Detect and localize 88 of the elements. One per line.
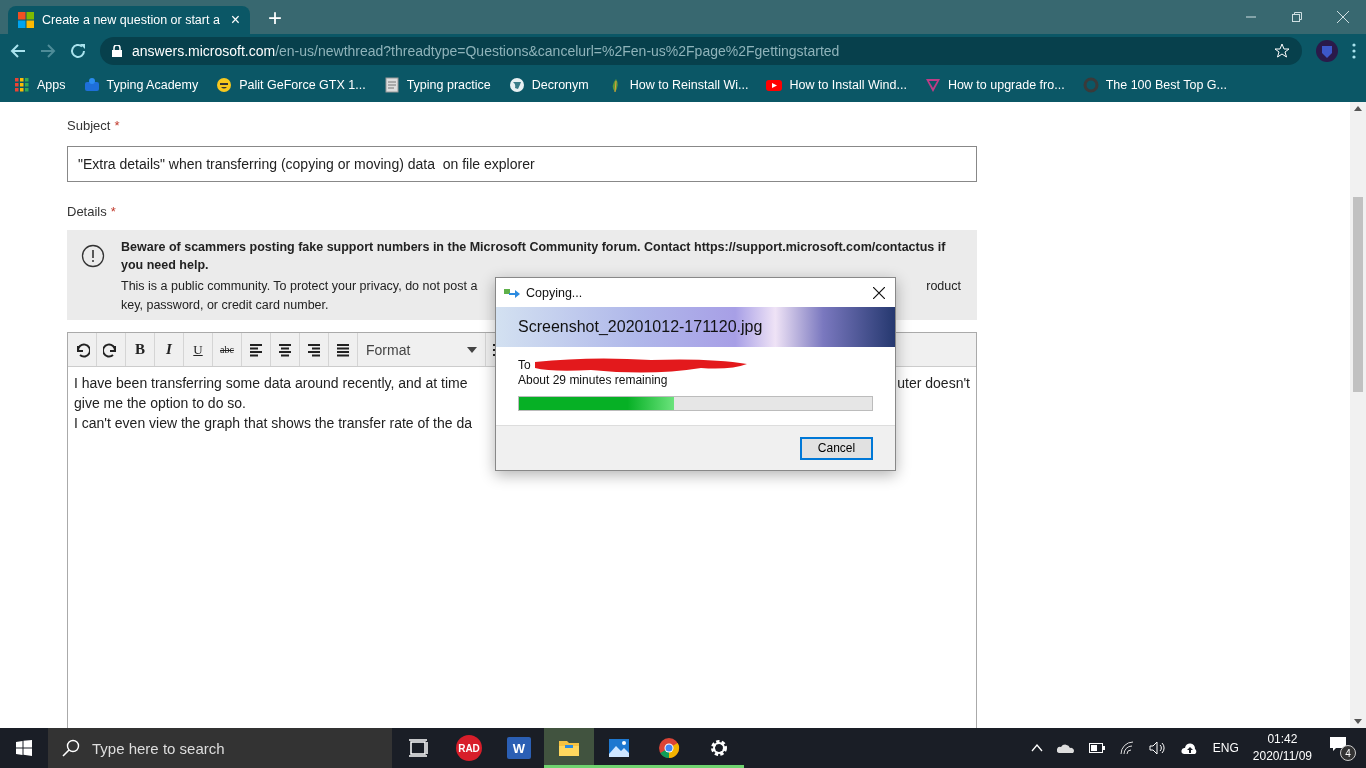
- close-icon[interactable]: [873, 286, 885, 299]
- bookmark-link[interactable]: How to Install Wind...: [789, 78, 907, 92]
- photos-icon[interactable]: [607, 736, 631, 760]
- format-button[interactable]: B: [126, 333, 155, 366]
- tab-title: Create a new question or start a: [42, 13, 221, 27]
- bookmark-link[interactable]: How to upgrade fro...: [947, 78, 1065, 92]
- dialog-title: Copying...: [526, 285, 583, 300]
- editor-text: I can't even view the graph that shows the transfer rate of the da: [74, 414, 472, 433]
- bookmark-link[interactable]: Typing Academy: [106, 78, 199, 92]
- task-view-icon[interactable]: [407, 736, 431, 760]
- taskbar-search-field[interactable]: Type here to search: [48, 728, 392, 768]
- cloud-upload-icon[interactable]: [1180, 741, 1199, 755]
- bookmark-link[interactable]: Decronym: [531, 78, 589, 92]
- windows-start-icon: [16, 740, 32, 756]
- chevron-up-icon[interactable]: [1030, 744, 1043, 752]
- caret-icon: [467, 346, 477, 353]
- required-mark: *: [114, 118, 120, 135]
- scroll-up-icon[interactable]: [1354, 106, 1362, 111]
- bookmark-link[interactable]: Apps: [37, 78, 66, 92]
- tab-close-button[interactable]: ×: [230, 12, 240, 28]
- field-label: Details: [67, 204, 107, 221]
- align-center-icon: [277, 341, 293, 358]
- notice-text: This is a public community. To protect your privacy, do not post a: [121, 278, 478, 295]
- redo-icon: [103, 341, 119, 358]
- new-tab-button[interactable]: +: [268, 6, 282, 30]
- bookmark-link[interactable]: The 100 Best Top G...: [1105, 78, 1227, 92]
- apps-grid-icon[interactable]: [14, 77, 30, 93]
- notice-text: roduct: [926, 278, 961, 295]
- play-icon[interactable]: [766, 77, 783, 93]
- taskbar-app-button[interactable]: RAD: [444, 728, 494, 768]
- language-indicator[interactable]: ENG: [1212, 741, 1239, 755]
- search-placeholder: Type here to search: [92, 739, 225, 757]
- lock-icon: [112, 45, 122, 57]
- search-icon: [62, 739, 80, 757]
- bookmark-link[interactable]: Palit GeForce GTX 1...: [239, 78, 366, 92]
- format-button[interactable]: abc: [213, 333, 242, 366]
- field-label: Subject: [67, 118, 111, 135]
- notification-icon: [1330, 737, 1346, 751]
- editor-text: uter doesn't: [897, 374, 970, 393]
- bookmark-link[interactable]: How to Reinstall Wi...: [629, 78, 749, 92]
- format-button[interactable]: U: [184, 333, 213, 366]
- battery-icon[interactable]: [1088, 743, 1105, 753]
- wifi-icon[interactable]: [1118, 741, 1135, 755]
- star-icon[interactable]: [1274, 43, 1290, 59]
- notification-count: 4: [1340, 745, 1356, 761]
- destination-label: To: [518, 358, 531, 372]
- taskbar-app-button[interactable]: [544, 728, 594, 768]
- restore-icon: [1292, 12, 1302, 22]
- notification-button[interactable]: 4: [1330, 735, 1354, 761]
- address-bar[interactable]: answers.microsoft.com/en-us/newthread?threadtype=Questions&cancelurl=%2Fen-us%2Fpage%2Fgettingstarted: [100, 37, 1302, 65]
- url-text: answers.microsoft.com/en-us/newthread?threadtype=Questions&cancelurl=%2Fen-us%2Fpage%2Fgettingstarted: [132, 43, 841, 59]
- editor-text: give me the option to do so.: [74, 394, 246, 413]
- align-left-icon: [248, 341, 264, 358]
- subject-field[interactable]: "Extra details" when transferring (copying or moving) data on file explorer: [67, 146, 977, 182]
- format-dropdown[interactable]: Format: [358, 333, 486, 366]
- close-icon: [1337, 11, 1349, 23]
- volume-icon[interactable]: [1148, 741, 1167, 755]
- reload-icon[interactable]: [70, 43, 86, 59]
- back-icon[interactable]: [10, 43, 26, 59]
- profile-avatar[interactable]: [1316, 40, 1338, 62]
- browser-tab[interactable]: Create a new question or start a ×: [8, 6, 250, 34]
- taskbar-app-button[interactable]: W: [494, 728, 544, 768]
- clock[interactable]: 01:42 2020/11/09: [1252, 731, 1312, 765]
- paper-icon[interactable]: [383, 77, 400, 93]
- warning-icon: [81, 244, 105, 268]
- format-button[interactable]: I: [155, 333, 184, 366]
- time-remaining: About 29 minutes remaining: [518, 373, 669, 387]
- bookmark-link[interactable]: Typing practice: [406, 78, 491, 92]
- copy-icon: [504, 286, 520, 299]
- justify-icon: [335, 341, 351, 358]
- chrome-icon[interactable]: [657, 736, 681, 760]
- notice-headline: Beware of scammers posting fake support numbers in the Microsoft Community forum. Contact https://support.microsoft.com/contactus if you need help.: [121, 239, 947, 274]
- editor-text: I have been transferring some data around recently, and at time: [74, 374, 468, 393]
- menu-icon[interactable]: [1352, 43, 1356, 59]
- windows-logo-icon: [18, 12, 34, 28]
- align-right-icon: [306, 341, 322, 358]
- undo-icon: [74, 341, 90, 358]
- rad-app-icon[interactable]: RAD: [456, 735, 482, 761]
- cloud-icon[interactable]: [1056, 743, 1075, 753]
- required-mark: *: [110, 204, 116, 221]
- word-app-icon[interactable]: W: [507, 737, 531, 759]
- scrollbar-thumb[interactable]: [1353, 197, 1363, 392]
- smiley-icon[interactable]: [216, 77, 233, 93]
- notice-text: key, password, or credit card number.: [121, 297, 329, 314]
- cancel-button[interactable]: Cancel: [800, 436, 873, 460]
- scroll-down-icon[interactable]: [1354, 719, 1362, 724]
- globe-icon[interactable]: [508, 77, 525, 93]
- scrollbar[interactable]: [1350, 102, 1366, 728]
